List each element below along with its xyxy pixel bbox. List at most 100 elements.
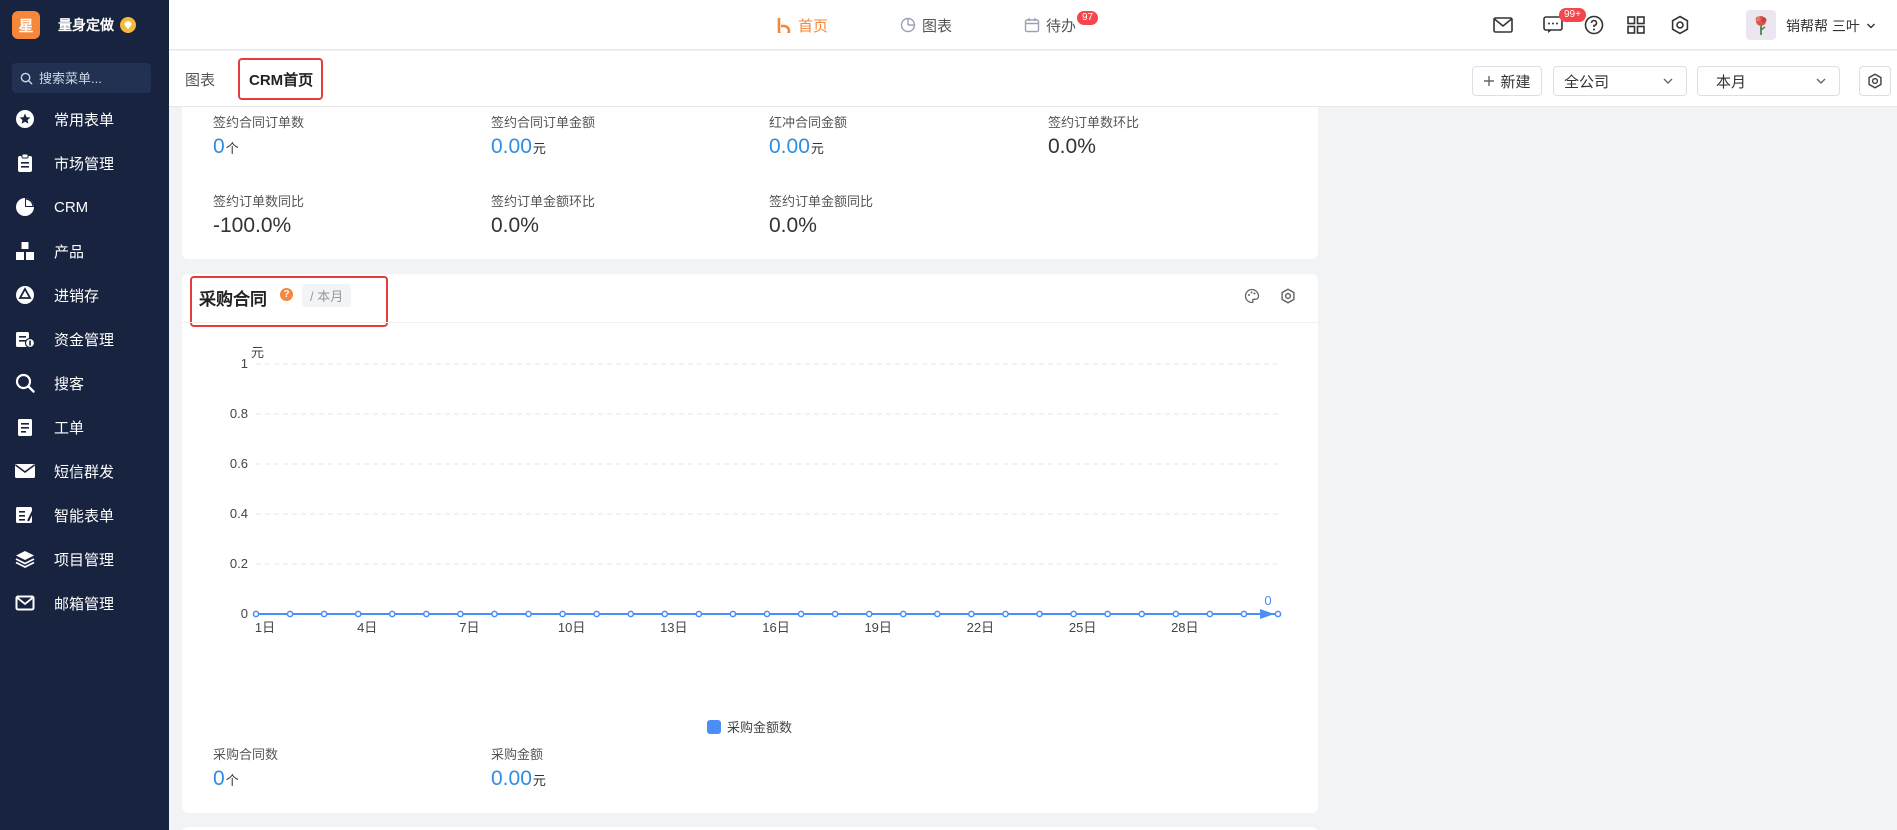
mail-icon[interactable]	[1491, 13, 1515, 37]
data-point[interactable]	[593, 610, 601, 618]
layout-settings-button[interactable]	[1859, 66, 1891, 96]
data-point[interactable]	[559, 610, 566, 618]
sidebar-item-project[interactable]: 项目管理	[0, 537, 169, 581]
chevron-down-icon[interactable]	[1866, 18, 1876, 36]
nav-tab-home[interactable]: 首页	[776, 0, 828, 50]
avatar[interactable]	[1746, 10, 1776, 40]
data-point[interactable]	[797, 610, 805, 618]
stat-value[interactable]: 0.00元	[769, 135, 847, 159]
nav-tab-label: 图表	[922, 17, 953, 35]
sidebar-item-common-forms[interactable]: 常用表单	[0, 97, 169, 141]
palette-icon[interactable]	[1242, 286, 1262, 306]
menu-search-input[interactable]	[39, 70, 139, 86]
stat-value[interactable]: 0.00元	[491, 135, 595, 159]
data-point[interactable]	[627, 610, 635, 618]
sidebar-item-label: 产品	[54, 243, 85, 261]
sidebar-item-work-order[interactable]: 工单	[0, 405, 169, 449]
sidebar-item-sms[interactable]: 短信群发	[0, 449, 169, 493]
data-point[interactable]	[320, 610, 328, 618]
sidebar-item-smart-form[interactable]: 智能表单	[0, 493, 169, 537]
sidebar-item-label: 智能表单	[54, 507, 115, 525]
data-point[interactable]	[491, 610, 498, 618]
chart-legend[interactable]: 采购金额数	[707, 720, 792, 734]
data-point[interactable]	[1206, 610, 1214, 618]
sub-tab-charts[interactable]: 图表	[185, 51, 215, 107]
y-tick-label: 0.8	[230, 406, 248, 421]
chart-y-ticks: 0 0.2 0.4 0.6 0.8 1	[230, 356, 248, 621]
data-point[interactable]	[1138, 610, 1146, 618]
data-point[interactable]	[1070, 610, 1077, 618]
x-tick-label: 19日	[864, 620, 891, 635]
sidebar-item-inventory[interactable]: 进销存	[0, 273, 169, 317]
company-select[interactable]: 全公司	[1553, 66, 1687, 96]
clipboard-icon	[14, 152, 36, 174]
apps-grid-icon[interactable]	[1624, 13, 1648, 37]
sidebar-item-market[interactable]: 市场管理	[0, 141, 169, 185]
card-divider	[182, 322, 1318, 323]
data-point[interactable]	[457, 610, 464, 618]
data-point[interactable]	[1002, 610, 1009, 618]
new-button[interactable]: 新建	[1472, 66, 1542, 96]
user-name[interactable]: 销帮帮 三叶	[1786, 16, 1860, 36]
sidebar-menu: 常用表单 市场管理 CRM 产品 进销存 资金管理 搜客 工单 短信群发 智能表…	[0, 97, 169, 625]
data-point[interactable]	[865, 610, 873, 618]
sidebar-item-mailbox[interactable]: 邮箱管理	[0, 581, 169, 625]
data-point[interactable]	[388, 610, 396, 618]
help-icon[interactable]	[1582, 13, 1606, 37]
x-tick-label: 1日	[255, 620, 275, 635]
nav-tab-charts[interactable]: 图表	[900, 0, 952, 50]
data-point[interactable]	[1240, 610, 1248, 618]
data-point[interactable]	[899, 610, 907, 618]
data-point[interactable]	[661, 610, 669, 618]
stat-label: 签约订单金额同比	[769, 194, 874, 209]
data-point[interactable]	[525, 610, 532, 618]
stat-value[interactable]: 0个	[213, 135, 304, 159]
end-arrow	[1260, 609, 1274, 619]
data-point[interactable]	[968, 610, 975, 618]
menu-search[interactable]	[12, 63, 151, 93]
sidebar-item-finance[interactable]: 资金管理	[0, 317, 169, 361]
settings-gear-icon	[1868, 73, 1882, 89]
data-point[interactable]	[286, 610, 294, 618]
sidebar-item-product[interactable]: 产品	[0, 229, 169, 273]
ticket-icon	[14, 416, 36, 438]
chart-grid	[256, 363, 1278, 565]
stat-order-amount-mom: 签约订单金额环比 0.0%	[491, 191, 595, 238]
data-point[interactable]	[695, 610, 703, 618]
data-point[interactable]	[831, 610, 839, 618]
stat-unit: 个	[225, 773, 239, 788]
stat-value[interactable]: 0.00元	[491, 767, 546, 791]
stat-value[interactable]: 0个	[213, 767, 278, 791]
data-point[interactable]	[763, 610, 771, 618]
sidebar-item-label: 市场管理	[54, 155, 115, 173]
data-point[interactable]	[933, 610, 941, 618]
stat-purchase-amount: 采购金额 0.00元	[491, 744, 546, 791]
data-point[interactable]	[1274, 610, 1282, 618]
settings-gear-icon[interactable]	[1278, 286, 1298, 306]
brand[interactable]: 星 量身定做	[0, 0, 169, 50]
diamond-icon	[120, 17, 136, 33]
chevron-down-icon	[1663, 78, 1673, 84]
data-point[interactable]	[1036, 610, 1043, 618]
settings-gear-icon[interactable]	[1668, 13, 1692, 37]
purchase-amount-chart: 0 0.2 0.4 0.6 0.8 1 1日 4日 7日 10日 13日 16日 19日 22日 25日 2…	[230, 345, 1282, 734]
company-select-value: 全公司	[1564, 73, 1610, 91]
sidebar-item-label: 短信群发	[54, 463, 115, 481]
y-tick-label: 0.6	[230, 456, 248, 471]
x-tick-label: 22日	[967, 620, 994, 635]
data-point[interactable]	[1172, 610, 1180, 618]
stat-label: 红冲合同金额	[769, 115, 848, 130]
sidebar-item-crm[interactable]: CRM	[0, 185, 169, 229]
data-point[interactable]	[1104, 610, 1112, 618]
nav-tab-label: 首页	[798, 17, 829, 35]
data-point[interactable]	[422, 610, 430, 618]
data-point[interactable]	[729, 610, 737, 618]
legend-swatch	[707, 720, 721, 734]
sidebar-item-search-customers[interactable]: 搜客	[0, 361, 169, 405]
data-point[interactable]	[252, 610, 260, 618]
stat-number: 0	[213, 767, 225, 790]
nav-tab-todo[interactable]: 待办	[1024, 0, 1076, 50]
y-tick-label: 0.2	[230, 556, 248, 571]
data-point[interactable]	[354, 610, 362, 618]
period-select[interactable]: 本月	[1697, 66, 1840, 96]
